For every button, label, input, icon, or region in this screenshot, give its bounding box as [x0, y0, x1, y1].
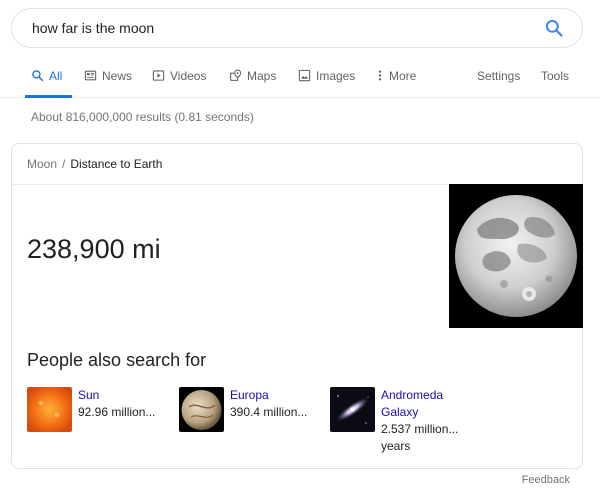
people-also-search-heading: People also search for — [27, 350, 207, 370]
tab-label: News — [102, 69, 133, 83]
search-box[interactable]: how far is the moon — [11, 8, 583, 48]
related-item-name[interactable]: Europa — [230, 387, 307, 404]
news-icon — [84, 70, 97, 81]
image-icon — [298, 69, 311, 82]
tab-label: Maps — [247, 69, 277, 83]
andromeda-thumbnail — [330, 387, 375, 432]
tab-more[interactable]: More — [376, 62, 416, 98]
tab-videos[interactable]: Videos — [152, 62, 206, 98]
europa-photo — [179, 387, 224, 432]
tab-news[interactable]: News — [84, 62, 132, 98]
tab-images[interactable]: Images — [298, 62, 355, 98]
search-tabs: All News Videos Maps Images More Setting… — [0, 62, 600, 98]
breadcrumb-separator: / — [62, 157, 66, 171]
related-item-europa[interactable]: Europa 390.4 million... — [179, 387, 307, 432]
breadcrumb: Moon / Distance to Earth — [27, 157, 162, 171]
related-item-sun[interactable]: Sun 92.96 million... — [27, 387, 155, 432]
search-icon — [545, 19, 563, 37]
sun-photo — [27, 387, 72, 432]
andromeda-photo — [330, 387, 375, 432]
answer-value: 238,900 mi — [27, 234, 161, 264]
breadcrumb-current: Distance to Earth — [70, 157, 163, 171]
related-item-name[interactable]: Sun — [78, 387, 155, 404]
tools-label: Tools — [541, 69, 570, 83]
tab-maps[interactable]: Maps — [229, 62, 276, 98]
moon-image[interactable] — [449, 184, 583, 328]
breadcrumb-parent[interactable]: Moon — [27, 157, 57, 171]
europa-thumbnail — [179, 387, 224, 432]
related-item-detail: 2.537 million... years — [381, 422, 459, 453]
settings-label: Settings — [477, 69, 521, 83]
tab-label: More — [389, 69, 417, 83]
map-icon — [230, 69, 242, 81]
tab-label: All — [49, 69, 63, 83]
search-button[interactable] — [534, 9, 574, 47]
results-count: About 816,000,000 results (0.81 seconds) — [31, 110, 254, 124]
related-item-detail: 390.4 million... — [230, 405, 308, 419]
related-item-andromeda[interactable]: Andromeda Galaxy 2.537 million... years — [330, 387, 471, 455]
search-input[interactable]: how far is the moon — [32, 20, 534, 36]
tools-link[interactable]: Tools — [541, 62, 569, 98]
related-item-detail: 92.96 million... — [78, 405, 156, 419]
tab-all[interactable]: All — [31, 62, 62, 98]
tab-label: Videos — [170, 69, 207, 83]
settings-link[interactable]: Settings — [477, 62, 520, 98]
answer-card: Moon / Distance to Earth 238,900 mi Peop… — [11, 143, 583, 469]
feedback-link[interactable]: Feedback — [522, 474, 570, 486]
video-icon — [152, 70, 165, 81]
moon-photo — [449, 184, 583, 328]
related-item-name[interactable]: Andromeda Galaxy — [381, 387, 471, 421]
sun-thumbnail — [27, 387, 72, 432]
active-tab-indicator — [25, 95, 72, 98]
more-vert-icon — [378, 70, 382, 81]
search-icon — [32, 70, 44, 82]
tab-label: Images — [316, 69, 356, 83]
